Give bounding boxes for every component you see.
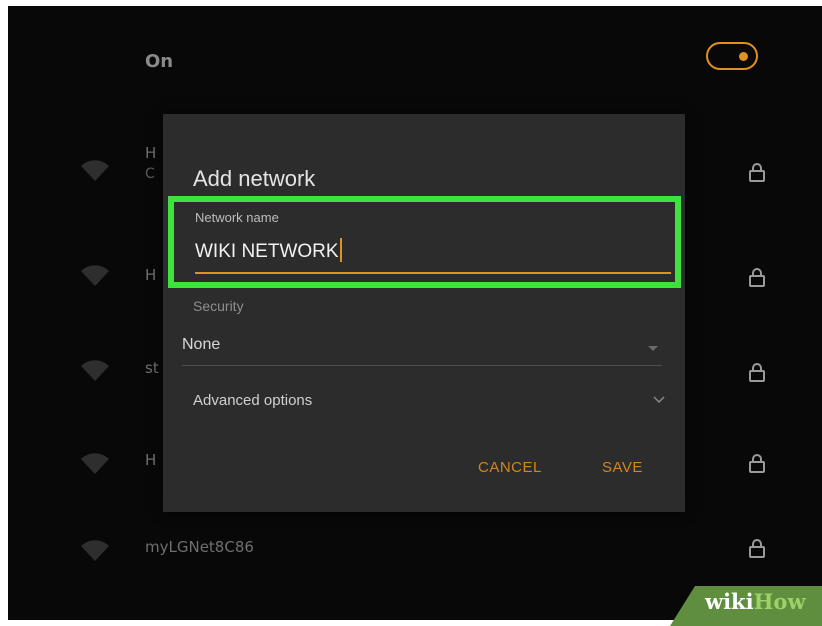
lock-icon bbox=[749, 268, 765, 287]
network-status: C bbox=[145, 166, 155, 182]
security-selected-value: None bbox=[182, 336, 221, 353]
wikihow-watermark: wikiHow bbox=[705, 589, 806, 614]
add-network-dialog: Add network Network name WIKI NETWORK Se… bbox=[163, 114, 685, 512]
wifi-toggle-label: On bbox=[145, 51, 174, 72]
security-label: Security bbox=[193, 298, 244, 314]
lock-icon bbox=[749, 163, 765, 182]
dialog-title: Add network bbox=[193, 166, 316, 191]
dropdown-arrow-icon bbox=[648, 346, 658, 351]
advanced-options-toggle[interactable]: Advanced options bbox=[193, 386, 665, 416]
wifi-settings-screen: On H C H st H myLGNet8C86 Add network Ne… bbox=[8, 6, 822, 620]
wifi-signal-icon bbox=[81, 160, 109, 181]
lock-icon bbox=[749, 454, 765, 473]
network-name-input[interactable]: WIKI NETWORK bbox=[195, 238, 342, 263]
watermark-part2: How bbox=[753, 589, 806, 614]
chevron-down-icon bbox=[653, 396, 665, 404]
network-row[interactable]: myLGNet8C86 bbox=[8, 528, 822, 578]
wifi-signal-icon bbox=[81, 453, 109, 474]
lock-icon bbox=[749, 363, 765, 382]
network-name: H bbox=[145, 144, 157, 162]
network-name: H bbox=[145, 451, 157, 469]
network-name-label: Network name bbox=[195, 210, 279, 225]
wifi-signal-icon bbox=[81, 265, 109, 286]
cancel-button[interactable]: CANCEL bbox=[478, 459, 542, 476]
wifi-signal-icon bbox=[81, 360, 109, 381]
network-name-underline bbox=[195, 272, 671, 274]
advanced-options-label: Advanced options bbox=[193, 392, 313, 409]
network-name-value: WIKI NETWORK bbox=[195, 241, 339, 262]
network-name: myLGNet8C86 bbox=[145, 538, 254, 556]
security-dropdown[interactable]: None bbox=[182, 332, 662, 366]
text-cursor bbox=[339, 238, 342, 262]
wifi-signal-icon bbox=[81, 540, 109, 561]
wifi-toggle-switch[interactable] bbox=[706, 42, 758, 70]
save-button[interactable]: SAVE bbox=[602, 459, 643, 476]
toggle-knob bbox=[739, 52, 748, 61]
network-name-field-highlight: Network name WIKI NETWORK bbox=[168, 196, 681, 288]
lock-icon bbox=[749, 539, 765, 558]
watermark-part1: wiki bbox=[705, 589, 754, 614]
network-name: st bbox=[145, 359, 159, 377]
network-name: H bbox=[145, 266, 157, 284]
